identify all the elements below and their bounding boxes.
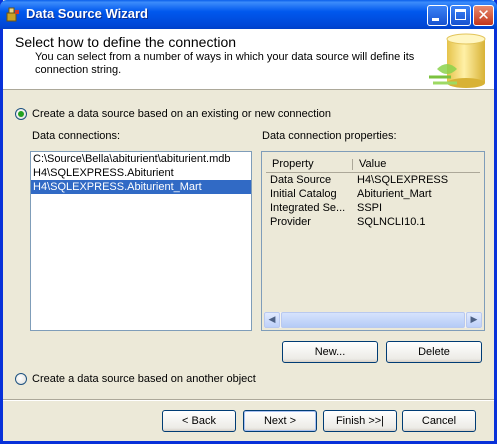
- page-description: You can select from a number of ways in …: [35, 51, 415, 76]
- scroll-right-icon[interactable]: ▶: [466, 312, 482, 328]
- property-name: Initial Catalog: [270, 188, 337, 200]
- property-row[interactable]: Provider SQLNCLI10.1: [270, 216, 482, 230]
- scroll-thumb[interactable]: [281, 312, 465, 328]
- finish-button[interactable]: Finish >>|: [323, 410, 397, 432]
- existing-connection-label[interactable]: Create a data source based on an existin…: [32, 108, 331, 120]
- property-row[interactable]: Initial Catalog Abiturient_Mart: [270, 188, 482, 202]
- database-graphic-icon: [429, 33, 486, 88]
- property-name: Integrated Se...: [270, 202, 346, 214]
- property-name: Data Source: [270, 174, 332, 186]
- property-value: Abiturient_Mart: [357, 188, 432, 200]
- delete-connection-button[interactable]: Delete: [386, 341, 482, 363]
- list-item-selected[interactable]: H4\SQLEXPRESS.Abiturient_Mart: [31, 180, 251, 194]
- data-connections-list[interactable]: C:\Source\Bella\abiturient\abiturient.md…: [30, 151, 252, 331]
- page-title: Select how to define the connection: [15, 34, 237, 50]
- properties-header: Property Value: [266, 156, 480, 173]
- footer-divider: [3, 399, 494, 401]
- title-bar[interactable]: Data Source Wizard ✕: [0, 0, 497, 29]
- wizard-window: Data Source Wizard ✕ Select how to defin…: [0, 0, 497, 444]
- property-value: SQLNCLI10.1: [357, 216, 426, 228]
- minimize-button[interactable]: [427, 5, 448, 26]
- next-button[interactable]: Next >: [243, 410, 317, 432]
- close-icon: ✕: [477, 6, 490, 24]
- column-header-property[interactable]: Property: [272, 158, 314, 170]
- window-title: Data Source Wizard: [26, 6, 148, 21]
- property-row[interactable]: Integrated Se... SSPI: [270, 202, 482, 216]
- wizard-header: Select how to define the connection You …: [3, 29, 494, 90]
- column-divider[interactable]: [352, 159, 353, 170]
- cancel-button[interactable]: Cancel: [402, 410, 476, 432]
- column-header-value[interactable]: Value: [359, 158, 386, 170]
- existing-connection-radio[interactable]: [15, 108, 27, 120]
- new-connection-button[interactable]: New...: [282, 341, 378, 363]
- scroll-left-icon[interactable]: ◀: [264, 312, 280, 328]
- other-object-label[interactable]: Create a data source based on another ob…: [32, 373, 256, 385]
- horizontal-scrollbar[interactable]: ◀ ▶: [264, 312, 482, 328]
- data-connections-label: Data connections:: [32, 130, 121, 142]
- property-value: SSPI: [357, 202, 383, 214]
- property-row[interactable]: Data Source H4\SQLEXPRESS: [270, 174, 482, 188]
- wizard-app-icon: [6, 7, 19, 22]
- other-object-radio[interactable]: [15, 373, 27, 385]
- property-name: Provider: [270, 216, 311, 228]
- data-connection-properties-label: Data connection properties:: [262, 130, 397, 142]
- list-item[interactable]: C:\Source\Bella\abiturient\abiturient.md…: [31, 152, 251, 166]
- connection-properties-grid[interactable]: Property Value Data Source H4\SQLEXPRESS…: [261, 151, 485, 331]
- back-button[interactable]: < Back: [162, 410, 236, 432]
- maximize-button[interactable]: [450, 5, 471, 26]
- minimize-icon: [432, 18, 439, 21]
- close-button[interactable]: ✕: [473, 5, 494, 26]
- maximize-icon: [455, 9, 466, 20]
- list-item[interactable]: H4\SQLEXPRESS.Abiturient: [31, 166, 251, 180]
- property-value: H4\SQLEXPRESS: [357, 174, 449, 186]
